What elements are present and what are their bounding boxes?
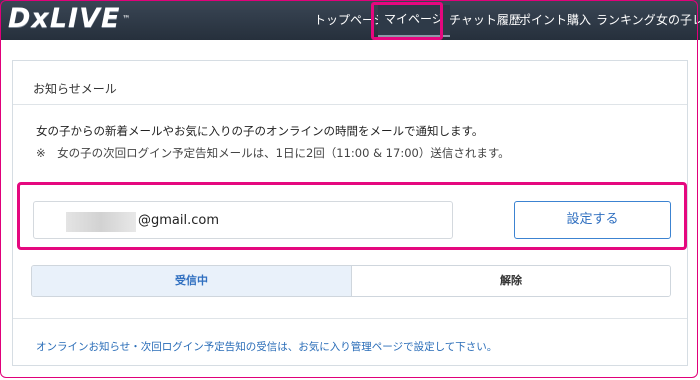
dxlive-logo[interactable]: DxLIVE ™ [8, 4, 131, 34]
nav-buy-points[interactable]: ポイント購入 [519, 0, 591, 40]
redacted-email-username [66, 212, 136, 232]
receive-toggle: 受信中 解除 [31, 265, 671, 297]
unsubscribe-button[interactable]: 解除 [352, 266, 670, 296]
email-domain-text: @gmail.com [138, 213, 220, 228]
nav-highlight-annotation [371, 2, 443, 40]
logo-text: DxLIVE [8, 3, 121, 34]
nav-ranking[interactable]: ランキング [596, 0, 656, 40]
nav-girls-list[interactable]: 女の子レ [656, 0, 700, 40]
nav-chat-history[interactable]: チャット履歴 [449, 0, 521, 40]
email-input-field[interactable]: @gmail.com [33, 201, 453, 239]
logo-trademark: ™ [122, 14, 132, 23]
panel-title: お知らせメール [33, 82, 117, 96]
set-email-button[interactable]: 設定する [514, 201, 671, 239]
description-text: 女の子からの新着メールやお気に入りの子のオンラインの時間をメールで通知します。 [36, 124, 484, 138]
footer-divider [13, 318, 687, 319]
receiving-on-button[interactable]: 受信中 [32, 266, 352, 296]
title-divider [13, 104, 687, 105]
top-navigation-bar: DxLIVE ™ トップページ マイページ チャット履歴 ポイント購入 ランキング… [0, 0, 700, 40]
schedule-notice-text: ※ 女の子の次回ログイン予定告知メールは、1日に2回（11:00 & 17:00… [36, 146, 510, 160]
favorites-settings-note-link[interactable]: オンラインお知らせ・次回ログイン予定告知の受信は、お気に入り管理ページで設定して… [36, 339, 497, 354]
